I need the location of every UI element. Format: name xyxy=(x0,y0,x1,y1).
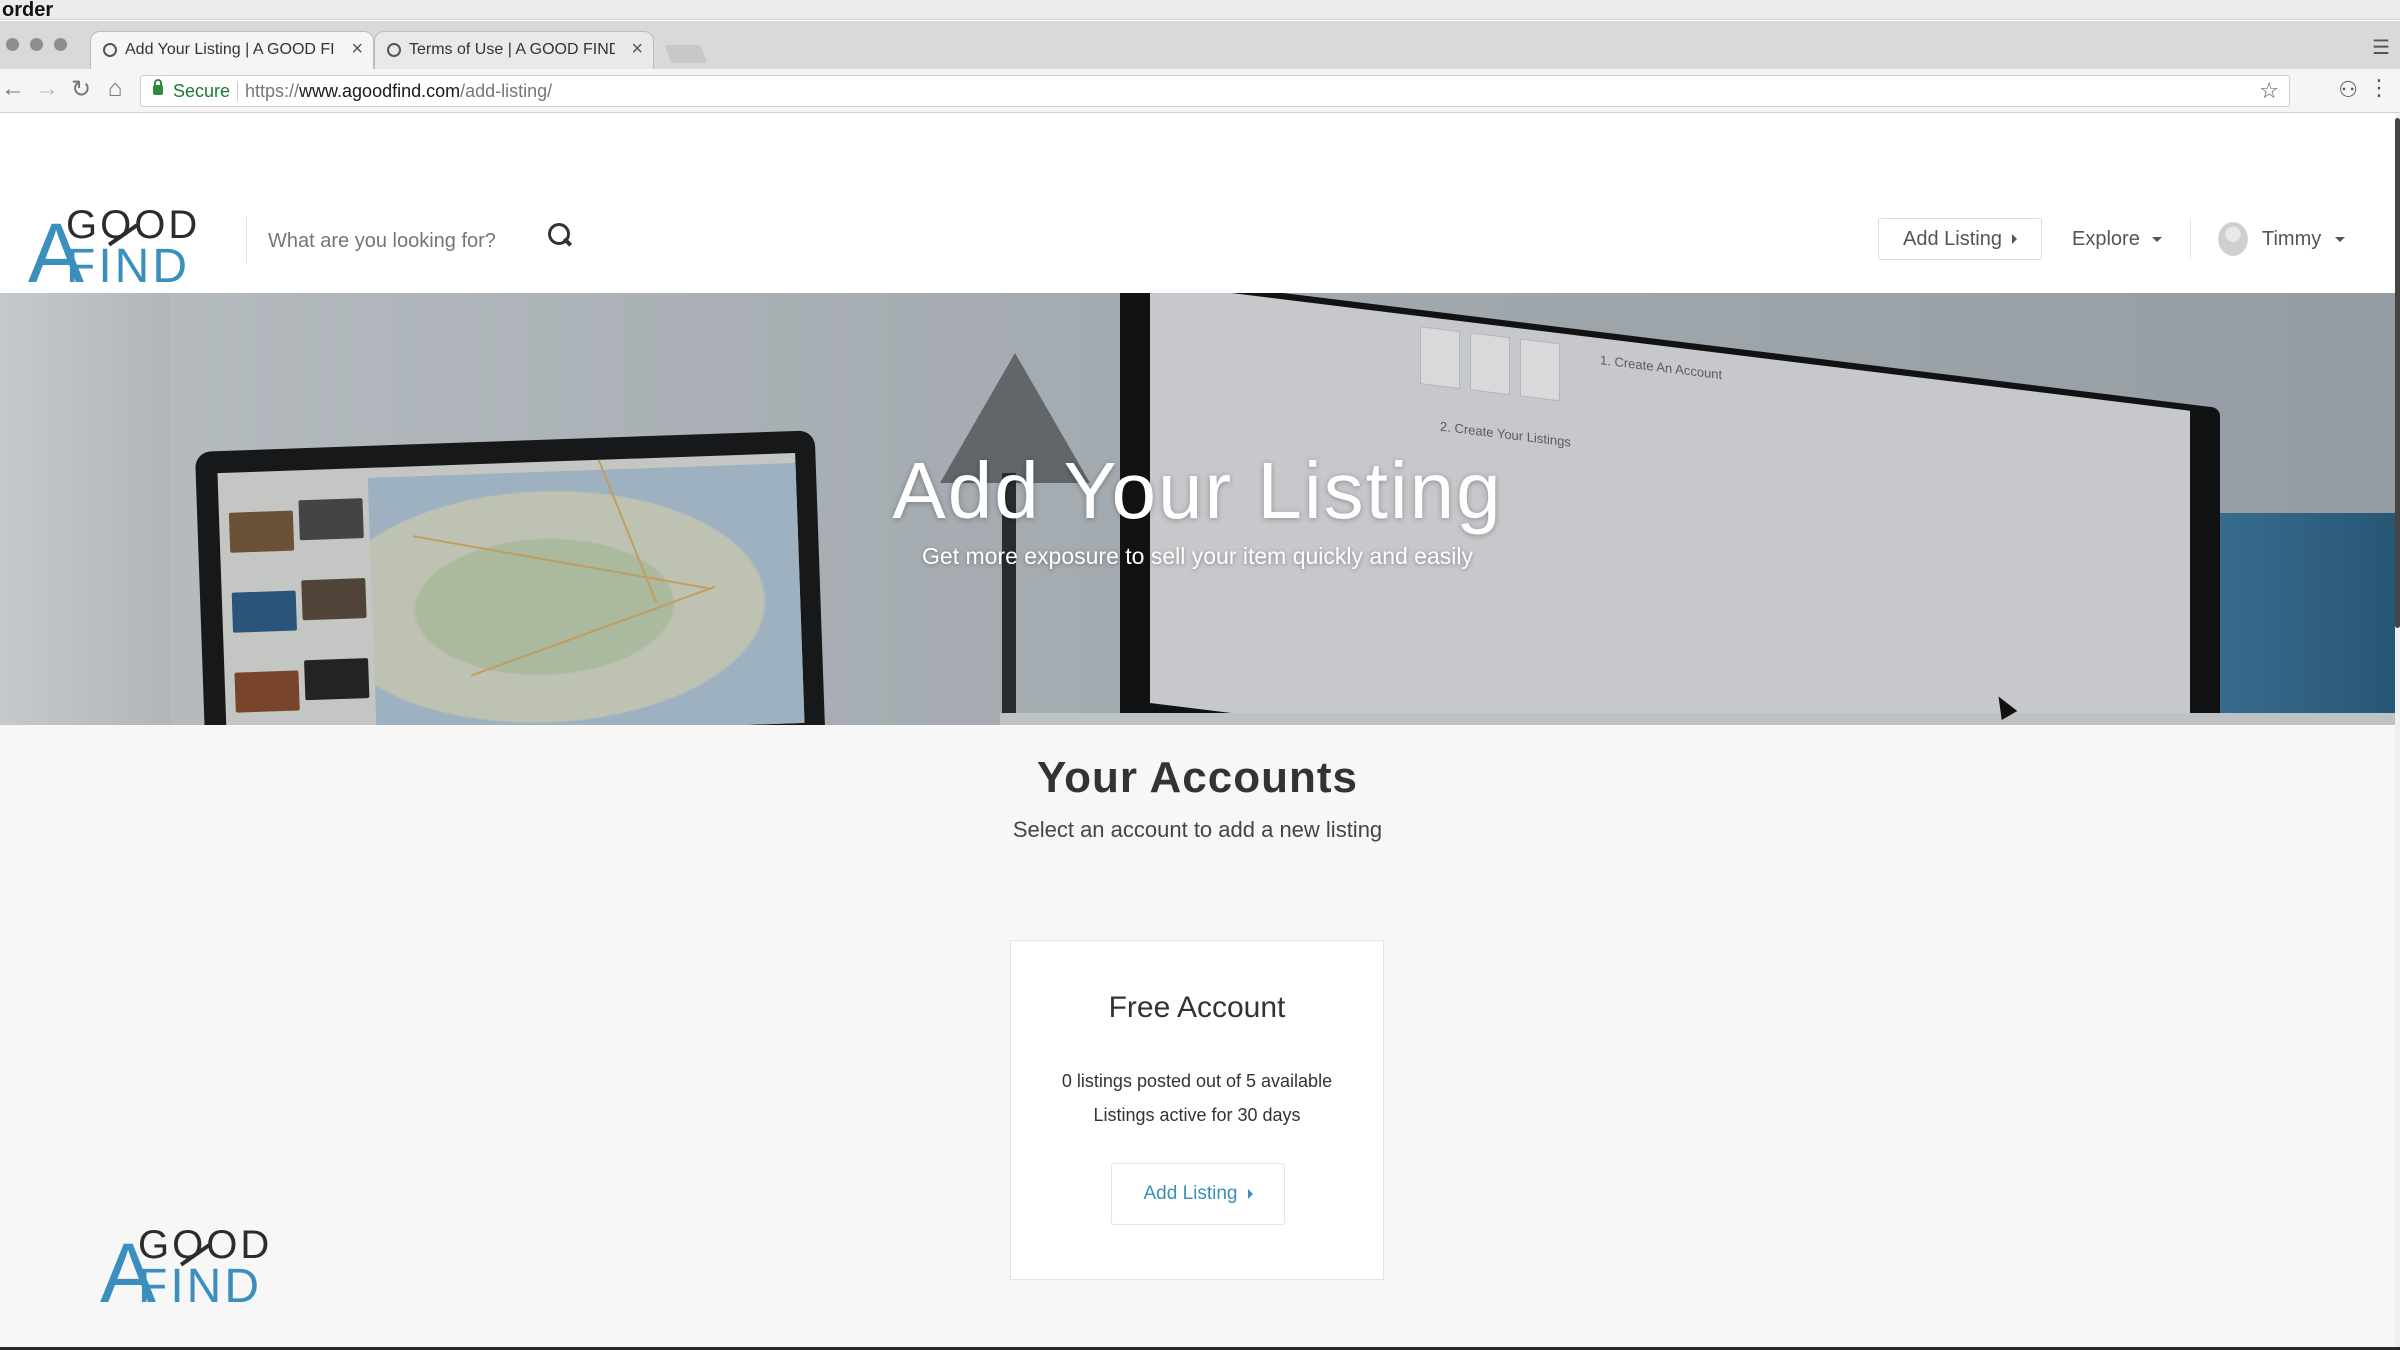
watermark-logo: A GOOD FIND xyxy=(100,1225,290,1315)
bookmark-star-icon[interactable]: ☆ xyxy=(2259,78,2279,104)
avatar xyxy=(2218,222,2248,256)
search-input[interactable] xyxy=(268,221,528,261)
new-tab-button[interactable] xyxy=(664,45,708,63)
tab-terms-of-use[interactable]: Terms of Use | A GOOD FIND × xyxy=(374,31,654,69)
back-arrow-icon[interactable]: ← xyxy=(0,75,28,103)
hero-subtitle: Get more exposure to sell your item quic… xyxy=(922,543,1473,569)
window-close-dot[interactable] xyxy=(6,38,19,51)
browser-toolbar: ← → ↻ ⌂ Secure https://www.agoodfind.com… xyxy=(0,69,2400,113)
logo-bottom-word: FIND xyxy=(138,1260,262,1313)
site-logo[interactable]: A GOOD FIND xyxy=(28,205,218,295)
page-title: Add Your Listing xyxy=(892,446,1503,535)
globe-icon xyxy=(103,43,117,57)
tab-title: Terms of Use | A GOOD FIND xyxy=(409,41,615,58)
tab-title: Add Your Listing | A GOOD FIND xyxy=(125,41,335,58)
accounts-subtitle: Select an account to add a new listing xyxy=(1012,817,1383,842)
account-add-listing-button[interactable]: Add Listing xyxy=(1111,1163,1285,1225)
account-listing-count: 0 listings posted out of 5 available xyxy=(1061,1071,1333,1091)
profile-icon[interactable]: ☰ xyxy=(2372,35,2390,60)
tab-add-your-listing[interactable]: Add Your Listing | A GOOD FIND × xyxy=(90,31,374,69)
close-icon[interactable]: × xyxy=(631,38,643,61)
os-title-text: order xyxy=(2,0,54,21)
globe-icon xyxy=(387,43,401,57)
os-title-bar: order xyxy=(0,0,2400,21)
search-icon[interactable] xyxy=(548,223,572,251)
address-separator xyxy=(237,81,238,101)
forward-arrow-icon[interactable]: → xyxy=(32,75,62,103)
explore-menu[interactable]: Explore xyxy=(2072,218,2162,260)
window-minimize-dot[interactable] xyxy=(30,38,43,51)
hero-banner: 1. Create An Account 2. Create Your List… xyxy=(0,293,2395,725)
chevron-down-icon xyxy=(2335,236,2346,242)
browser-menu-icon[interactable]: ⋮ xyxy=(2368,75,2390,101)
user-menu[interactable]: Timmy xyxy=(2218,218,2346,260)
site-header: A GOOD FIND Add Listing Explore Timmy xyxy=(0,113,2395,295)
home-icon[interactable]: ⌂ xyxy=(100,75,130,103)
address-bar[interactable]: Secure https://www.agoodfind.com/add-lis… xyxy=(140,75,2290,107)
url-text: https://www.agoodfind.com/add-listing/ xyxy=(245,81,553,101)
caret-right-icon xyxy=(1247,1189,1253,1199)
chevron-down-icon xyxy=(2151,236,2162,242)
logo-bottom-word: FIND xyxy=(66,240,190,293)
window-zoom-dot[interactable] xyxy=(54,38,67,51)
reload-icon[interactable]: ↻ xyxy=(66,75,96,104)
browser-tab-bar: Add Your Listing | A GOOD FIND × Terms o… xyxy=(0,21,2400,69)
account-add-listing-label: Add Listing xyxy=(1143,1183,1238,1204)
page: order Add Your Listing | A GOOD FIND × T… xyxy=(0,0,2400,1350)
header-separator xyxy=(2190,219,2191,259)
account-listing-duration: Listings active for 30 days xyxy=(1093,1105,1301,1125)
extension-icon[interactable]: ⚇ xyxy=(2338,77,2358,103)
lock-icon xyxy=(153,79,163,95)
caret-right-icon xyxy=(2011,234,2017,244)
account-name: Free Account xyxy=(1108,991,1286,1024)
close-icon[interactable]: × xyxy=(351,38,363,61)
user-name: Timmy xyxy=(2262,227,2322,250)
accounts-section: Your Accounts Select an account to add a… xyxy=(0,725,2395,1350)
account-card-free: Free Account 0 listings posted out of 5 … xyxy=(1010,940,1384,1280)
add-listing-label: Add Listing xyxy=(1903,227,2002,250)
search-divider xyxy=(246,217,247,263)
secure-label: Secure xyxy=(173,81,231,101)
scrollbar-thumb[interactable] xyxy=(2395,118,2400,628)
accounts-title: Your Accounts xyxy=(1036,753,1359,802)
explore-label: Explore xyxy=(2072,227,2140,250)
add-listing-button[interactable]: Add Listing xyxy=(1878,218,2042,260)
